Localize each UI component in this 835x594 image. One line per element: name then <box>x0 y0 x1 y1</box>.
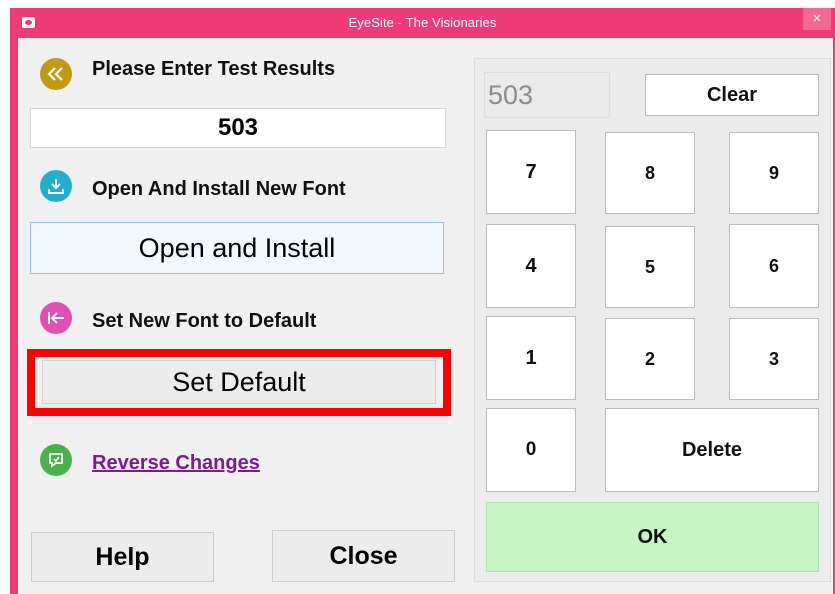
key-0[interactable]: 0 <box>486 408 576 492</box>
install-font-label: Open And Install New Font <box>92 178 346 200</box>
reverse-changes-link[interactable]: Reverse Changes <box>92 452 260 475</box>
set-default-button-label: Set Default <box>172 366 306 397</box>
close-icon[interactable]: × <box>803 8 831 30</box>
keypad-display[interactable]: 503 <box>484 72 610 118</box>
ok-button[interactable]: OK <box>486 502 819 572</box>
window-title: EyeSite - The Visionaries <box>348 15 497 30</box>
key-8[interactable]: 8 <box>605 132 695 214</box>
clear-button[interactable]: Clear <box>645 74 819 116</box>
key-7[interactable]: 7 <box>486 130 576 214</box>
close-button[interactable]: Close <box>272 530 455 582</box>
key-5[interactable]: 5 <box>605 226 695 308</box>
key-2[interactable]: 2 <box>605 318 695 400</box>
arrow-to-left-icon[interactable] <box>40 302 72 334</box>
key-4[interactable]: 4 <box>486 224 576 308</box>
help-button[interactable]: Help <box>31 532 214 582</box>
open-and-install-button[interactable]: Open and Install <box>30 222 444 274</box>
test-results-field[interactable]: 503 <box>30 108 446 148</box>
set-default-label: Set New Font to Default <box>92 310 317 332</box>
set-default-button[interactable]: Set Default <box>42 360 436 404</box>
close-button-label: Close <box>329 541 398 570</box>
download-icon[interactable] <box>40 170 72 202</box>
reverse-chat-icon[interactable] <box>40 444 72 476</box>
keypad-display-value: 503 <box>488 80 534 110</box>
key-9[interactable]: 9 <box>729 132 819 214</box>
test-results-label: Please Enter Test Results <box>92 58 336 80</box>
key-6[interactable]: 6 <box>729 224 819 308</box>
delete-button[interactable]: Delete <box>605 408 819 492</box>
key-3[interactable]: 3 <box>729 318 819 400</box>
key-1[interactable]: 1 <box>486 316 576 400</box>
title-bar[interactable]: EyeSite - The Visionaries × <box>10 8 835 38</box>
back-chevrons-icon[interactable] <box>40 58 72 90</box>
test-results-value: 503 <box>217 114 259 141</box>
help-button-label: Help <box>95 542 150 571</box>
open-and-install-label: Open and Install <box>138 232 336 263</box>
